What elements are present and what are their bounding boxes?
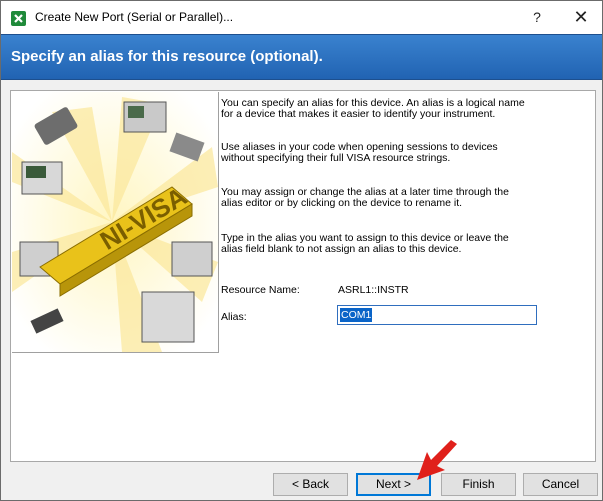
cancel-button[interactable]: Cancel xyxy=(523,473,598,496)
paragraph-line: for a device that makes it easier to ide… xyxy=(221,108,496,120)
paragraph-line: alias editor or by clicking on the devic… xyxy=(221,197,463,209)
create-new-port-dialog: Create New Port (Serial or Parallel)... … xyxy=(0,0,603,501)
ni-visa-illustration: NI-VISA xyxy=(12,92,219,353)
window-title: Create New Port (Serial or Parallel)... xyxy=(35,10,234,24)
alias-label: Alias: xyxy=(221,311,247,323)
paragraph-2: Use aliases in your code when opening se… xyxy=(221,142,561,164)
alias-input[interactable]: COM1 xyxy=(337,305,537,325)
header-banner: Specify an alias for this resource (opti… xyxy=(1,34,602,80)
banner-title: Specify an alias for this resource (opti… xyxy=(11,48,323,65)
paragraph-4: Type in the alias you want to assign to … xyxy=(221,233,561,255)
content-panel: NI-VISA You can specify an alias for thi… xyxy=(10,90,596,462)
alias-selected-text: COM1 xyxy=(340,308,373,322)
resource-name-label: Resource Name: xyxy=(221,284,300,296)
help-button[interactable]: ? xyxy=(522,4,552,30)
pointer-arrow-icon xyxy=(417,440,457,480)
back-button[interactable]: < Back xyxy=(273,473,348,496)
app-icon xyxy=(11,11,26,26)
paragraph-1: You can specify an alias for this device… xyxy=(221,98,561,120)
paragraph-3: You may assign or change the alias at a … xyxy=(221,187,561,209)
title-bar[interactable]: Create New Port (Serial or Parallel)... … xyxy=(1,1,602,34)
resource-name-value: ASRL1::INSTR xyxy=(338,284,409,296)
close-button[interactable]: ✕ xyxy=(566,4,596,30)
paragraph-line: alias field blank to not assign an alias… xyxy=(221,243,462,255)
ni-visa-graphic: NI-VISA xyxy=(12,92,218,352)
paragraph-line: without specifying their full VISA resou… xyxy=(221,152,451,164)
